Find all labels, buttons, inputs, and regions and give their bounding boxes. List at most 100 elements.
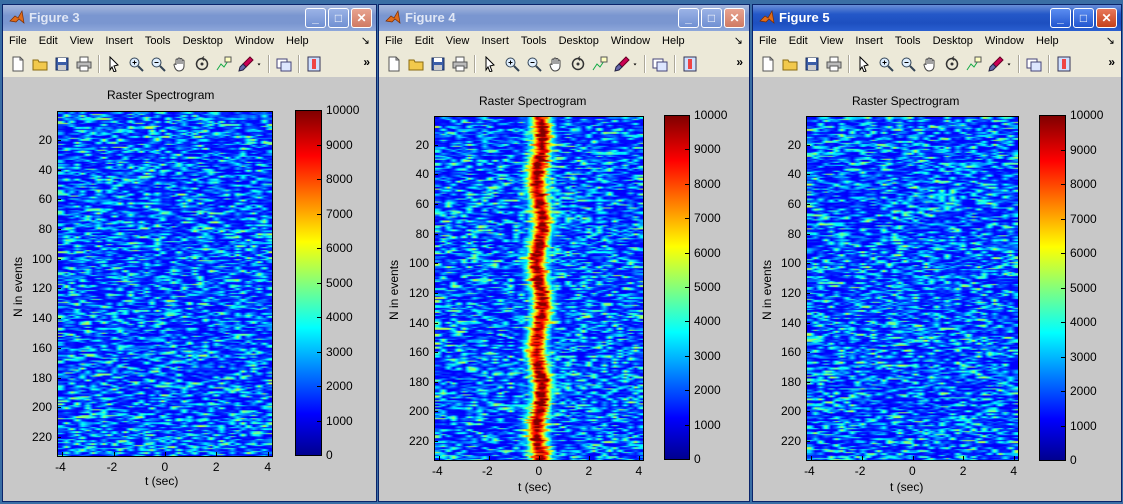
zoom-in-icon[interactable] bbox=[504, 56, 520, 72]
menu-insert[interactable]: Insert bbox=[99, 35, 139, 47]
pan-hand-icon[interactable] bbox=[548, 56, 564, 72]
rotate-3d-icon[interactable] bbox=[570, 56, 586, 72]
maximize-button[interactable]: □ bbox=[701, 8, 722, 28]
y-axis-label: N in events bbox=[387, 259, 401, 320]
x-tick-label: 0 bbox=[909, 464, 916, 478]
colorbar-toggle-icon[interactable] bbox=[306, 56, 322, 72]
brush-icon[interactable] bbox=[614, 56, 630, 72]
maximize-button[interactable]: □ bbox=[1073, 8, 1094, 28]
menu-window[interactable]: Window bbox=[979, 35, 1030, 47]
close-button[interactable]: ✕ bbox=[724, 8, 745, 28]
menu-tools[interactable]: Tools bbox=[889, 35, 927, 47]
open-folder-icon[interactable] bbox=[782, 56, 798, 72]
menu-edit[interactable]: Edit bbox=[33, 35, 64, 47]
spectrogram-axes[interactable] bbox=[806, 116, 1019, 461]
menu-insert[interactable]: Insert bbox=[849, 35, 889, 47]
figure-window[interactable]: Figure 3 _ □ ✕ File Edit View Insert Too… bbox=[2, 4, 377, 502]
print-icon[interactable] bbox=[826, 56, 842, 72]
brush-dropdown-icon[interactable] bbox=[631, 56, 639, 72]
menu-tools[interactable]: Tools bbox=[515, 35, 553, 47]
colorbar-tick-mark bbox=[317, 420, 321, 422]
link-plot-icon[interactable] bbox=[652, 56, 668, 72]
colorbar-tick-mark bbox=[317, 144, 321, 146]
new-file-icon[interactable] bbox=[10, 56, 26, 72]
pointer-icon[interactable] bbox=[106, 56, 122, 72]
close-button[interactable]: ✕ bbox=[351, 8, 372, 28]
link-plot-icon[interactable] bbox=[276, 56, 292, 72]
minimize-button[interactable]: _ bbox=[305, 8, 326, 28]
title-bar[interactable]: Figure 3 _ □ ✕ bbox=[3, 5, 376, 31]
menu-insert[interactable]: Insert bbox=[475, 35, 515, 47]
menu-desktop[interactable]: Desktop bbox=[927, 35, 979, 47]
save-icon[interactable] bbox=[804, 56, 820, 72]
pointer-icon[interactable] bbox=[482, 56, 498, 72]
menu-view[interactable]: View bbox=[64, 35, 100, 47]
figure-window[interactable]: Figure 4 _ □ ✕ File Edit View Insert Too… bbox=[378, 4, 750, 502]
brush-dropdown-icon[interactable] bbox=[255, 56, 263, 72]
colorbar-toggle-icon[interactable] bbox=[682, 56, 698, 72]
toolbar-overflow-icon[interactable]: » bbox=[363, 55, 370, 69]
colorbar-tick-mark bbox=[1061, 425, 1065, 427]
menu-file[interactable]: File bbox=[3, 35, 33, 47]
colorbar-toggle-icon[interactable] bbox=[1056, 56, 1072, 72]
menu-view[interactable]: View bbox=[440, 35, 476, 47]
pan-hand-icon[interactable] bbox=[922, 56, 938, 72]
toolbar-overflow-icon[interactable]: » bbox=[1108, 55, 1115, 69]
menu-view[interactable]: View bbox=[814, 35, 850, 47]
data-cursor-icon[interactable] bbox=[216, 56, 232, 72]
menubar-dock-arrow-icon[interactable]: ↘ bbox=[361, 34, 370, 47]
menu-window[interactable]: Window bbox=[229, 35, 280, 47]
data-cursor-icon[interactable] bbox=[592, 56, 608, 72]
new-file-icon[interactable] bbox=[386, 56, 402, 72]
brush-icon[interactable] bbox=[988, 56, 1004, 72]
print-icon[interactable] bbox=[452, 56, 468, 72]
menu-desktop[interactable]: Desktop bbox=[177, 35, 229, 47]
menu-window[interactable]: Window bbox=[605, 35, 656, 47]
minimize-button[interactable]: _ bbox=[678, 8, 699, 28]
spectrogram-axes[interactable] bbox=[57, 111, 273, 457]
rotate-3d-icon[interactable] bbox=[194, 56, 210, 72]
menu-help[interactable]: Help bbox=[280, 35, 315, 47]
pan-hand-icon[interactable] bbox=[172, 56, 188, 72]
menubar-dock-arrow-icon[interactable]: ↘ bbox=[1106, 34, 1115, 47]
menubar-dock-arrow-icon[interactable]: ↘ bbox=[734, 34, 743, 47]
zoom-in-icon[interactable] bbox=[878, 56, 894, 72]
title-bar[interactable]: Figure 4 _ □ ✕ bbox=[379, 5, 749, 31]
new-file-icon[interactable] bbox=[760, 56, 776, 72]
pointer-icon[interactable] bbox=[856, 56, 872, 72]
zoom-out-icon[interactable] bbox=[900, 56, 916, 72]
zoom-in-icon[interactable] bbox=[128, 56, 144, 72]
figure-window[interactable]: Figure 5 _ □ ✕ File Edit View Insert Too… bbox=[752, 4, 1122, 502]
menu-tools[interactable]: Tools bbox=[139, 35, 177, 47]
close-button[interactable]: ✕ bbox=[1096, 8, 1117, 28]
colorbar-tick-mark bbox=[1061, 460, 1065, 461]
link-plot-icon[interactable] bbox=[1026, 56, 1042, 72]
brush-dropdown-icon[interactable] bbox=[1005, 56, 1013, 72]
open-folder-icon[interactable] bbox=[408, 56, 424, 72]
menu-edit[interactable]: Edit bbox=[409, 35, 440, 47]
zoom-out-icon[interactable] bbox=[526, 56, 542, 72]
title-bar[interactable]: Figure 5 _ □ ✕ bbox=[753, 5, 1121, 31]
menu-file[interactable]: File bbox=[753, 35, 783, 47]
menu-file[interactable]: File bbox=[379, 35, 409, 47]
brush-icon[interactable] bbox=[238, 56, 254, 72]
maximize-button[interactable]: □ bbox=[328, 8, 349, 28]
y-tick-mark bbox=[806, 263, 810, 265]
open-folder-icon[interactable] bbox=[32, 56, 48, 72]
toolbar-overflow-icon[interactable]: » bbox=[736, 55, 743, 69]
rotate-3d-icon[interactable] bbox=[944, 56, 960, 72]
x-axis-label: t (sec) bbox=[518, 480, 552, 494]
y-tick-mark bbox=[806, 352, 810, 354]
save-icon[interactable] bbox=[54, 56, 70, 72]
save-icon[interactable] bbox=[430, 56, 446, 72]
x-tick-mark bbox=[439, 456, 440, 460]
minimize-button[interactable]: _ bbox=[1050, 8, 1071, 28]
print-icon[interactable] bbox=[76, 56, 92, 72]
menu-help[interactable]: Help bbox=[656, 35, 691, 47]
spectrogram-axes[interactable] bbox=[434, 116, 644, 461]
zoom-out-icon[interactable] bbox=[150, 56, 166, 72]
menu-desktop[interactable]: Desktop bbox=[553, 35, 605, 47]
menu-edit[interactable]: Edit bbox=[783, 35, 814, 47]
data-cursor-icon[interactable] bbox=[966, 56, 982, 72]
menu-help[interactable]: Help bbox=[1030, 35, 1065, 47]
